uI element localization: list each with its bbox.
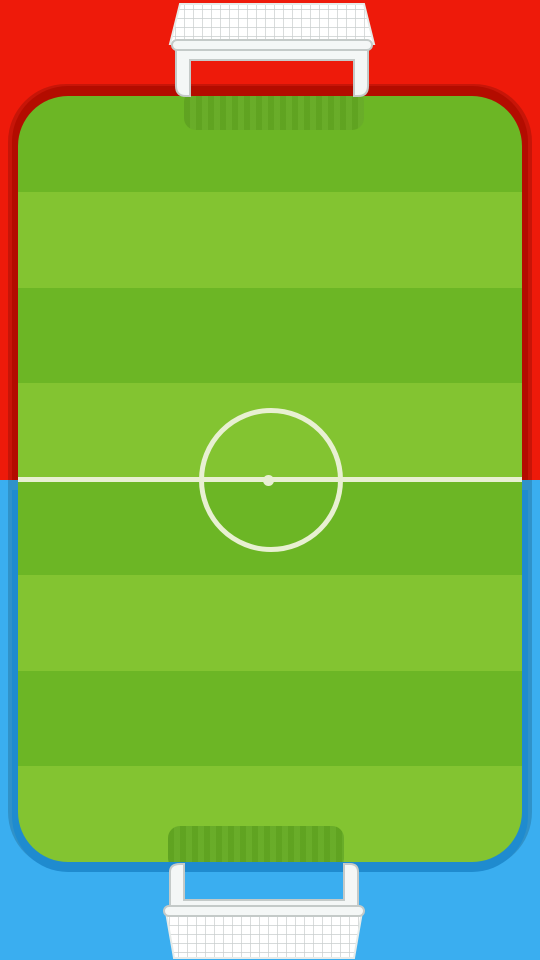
center-spot <box>263 475 274 486</box>
grass-stripe <box>18 191 522 289</box>
top-goal-area <box>184 96 364 130</box>
goal-net-icon <box>163 863 365 959</box>
top-goal <box>166 0 378 97</box>
grass-stripe <box>18 670 522 768</box>
bottom-goal <box>160 862 372 959</box>
grass-stripe <box>18 287 522 385</box>
goal-net-icon <box>168 3 376 97</box>
bottom-goal-area <box>168 826 344 862</box>
grass-stripe <box>18 574 522 672</box>
